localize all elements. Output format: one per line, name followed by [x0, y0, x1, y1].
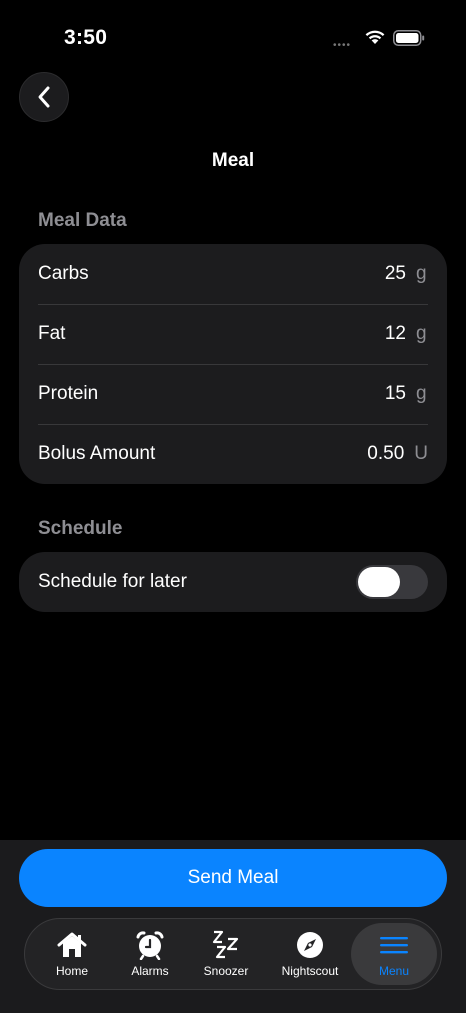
protein-row[interactable]: Protein 15 g — [19, 364, 447, 424]
menu-icon — [379, 930, 409, 960]
tab-home-label: Home — [55, 964, 88, 978]
protein-unit: g — [416, 383, 427, 404]
meal-data-header: Meal Data — [38, 210, 127, 231]
bolus-amount-row[interactable]: Bolus Amount 0.50 U — [19, 424, 447, 484]
schedule-card: Schedule for later — [19, 552, 447, 612]
signal-icon: •••• — [333, 40, 352, 51]
battery-icon — [393, 30, 425, 46]
carbs-unit: g — [416, 263, 427, 284]
toggle-knob — [358, 567, 400, 597]
protein-value[interactable]: 15 — [385, 383, 406, 405]
carbs-label: Carbs — [38, 263, 89, 284]
compass-icon — [295, 930, 325, 960]
protein-label: Protein — [38, 383, 99, 404]
bolus-amount-label: Bolus Amount — [38, 443, 156, 464]
schedule-row: Schedule for later — [19, 552, 447, 612]
tab-home[interactable]: Home — [37, 919, 107, 989]
bolus-amount-value[interactable]: 0.50 — [367, 443, 404, 465]
house-icon — [56, 930, 88, 960]
schedule-header: Schedule — [38, 518, 123, 539]
page-title: Meal — [211, 150, 255, 171]
fat-label: Fat — [38, 323, 66, 344]
carbs-value[interactable]: 25 — [385, 263, 406, 285]
tab-menu-label: Menu — [378, 964, 410, 978]
fat-row[interactable]: Fat 12 g — [19, 304, 447, 364]
zzz-icon — [211, 930, 241, 960]
carbs-row[interactable]: Carbs 25 g — [19, 244, 447, 304]
status-bar: 3:50 •••• — [0, 0, 466, 72]
wifi-icon — [365, 30, 385, 44]
tab-nightscout[interactable]: Nightscout — [273, 919, 347, 989]
status-time: 3:50 — [64, 26, 108, 49]
chevron-left-icon — [38, 86, 50, 108]
tab-bar: Home Alarms Snoozer Nightscout Menu — [24, 918, 442, 990]
fat-value[interactable]: 12 — [385, 323, 406, 345]
alarm-clock-icon — [135, 930, 165, 960]
meal-data-card: Carbs 25 g Fat 12 g Protein 15 g Bolus A… — [19, 244, 447, 484]
back-button[interactable] — [19, 72, 69, 122]
tab-alarms[interactable]: Alarms — [115, 919, 185, 989]
tab-nightscout-label: Nightscout — [281, 964, 339, 978]
tab-snoozer-label: Snoozer — [203, 964, 249, 978]
tab-menu[interactable]: Menu — [351, 923, 437, 985]
bolus-amount-unit: U — [414, 443, 428, 464]
tab-alarms-label: Alarms — [131, 964, 169, 978]
schedule-label: Schedule for later — [38, 571, 187, 592]
tab-snoozer[interactable]: Snoozer — [191, 919, 261, 989]
schedule-toggle[interactable] — [356, 565, 428, 599]
fat-unit: g — [416, 323, 427, 344]
send-meal-button[interactable]: Send Meal — [19, 849, 447, 907]
